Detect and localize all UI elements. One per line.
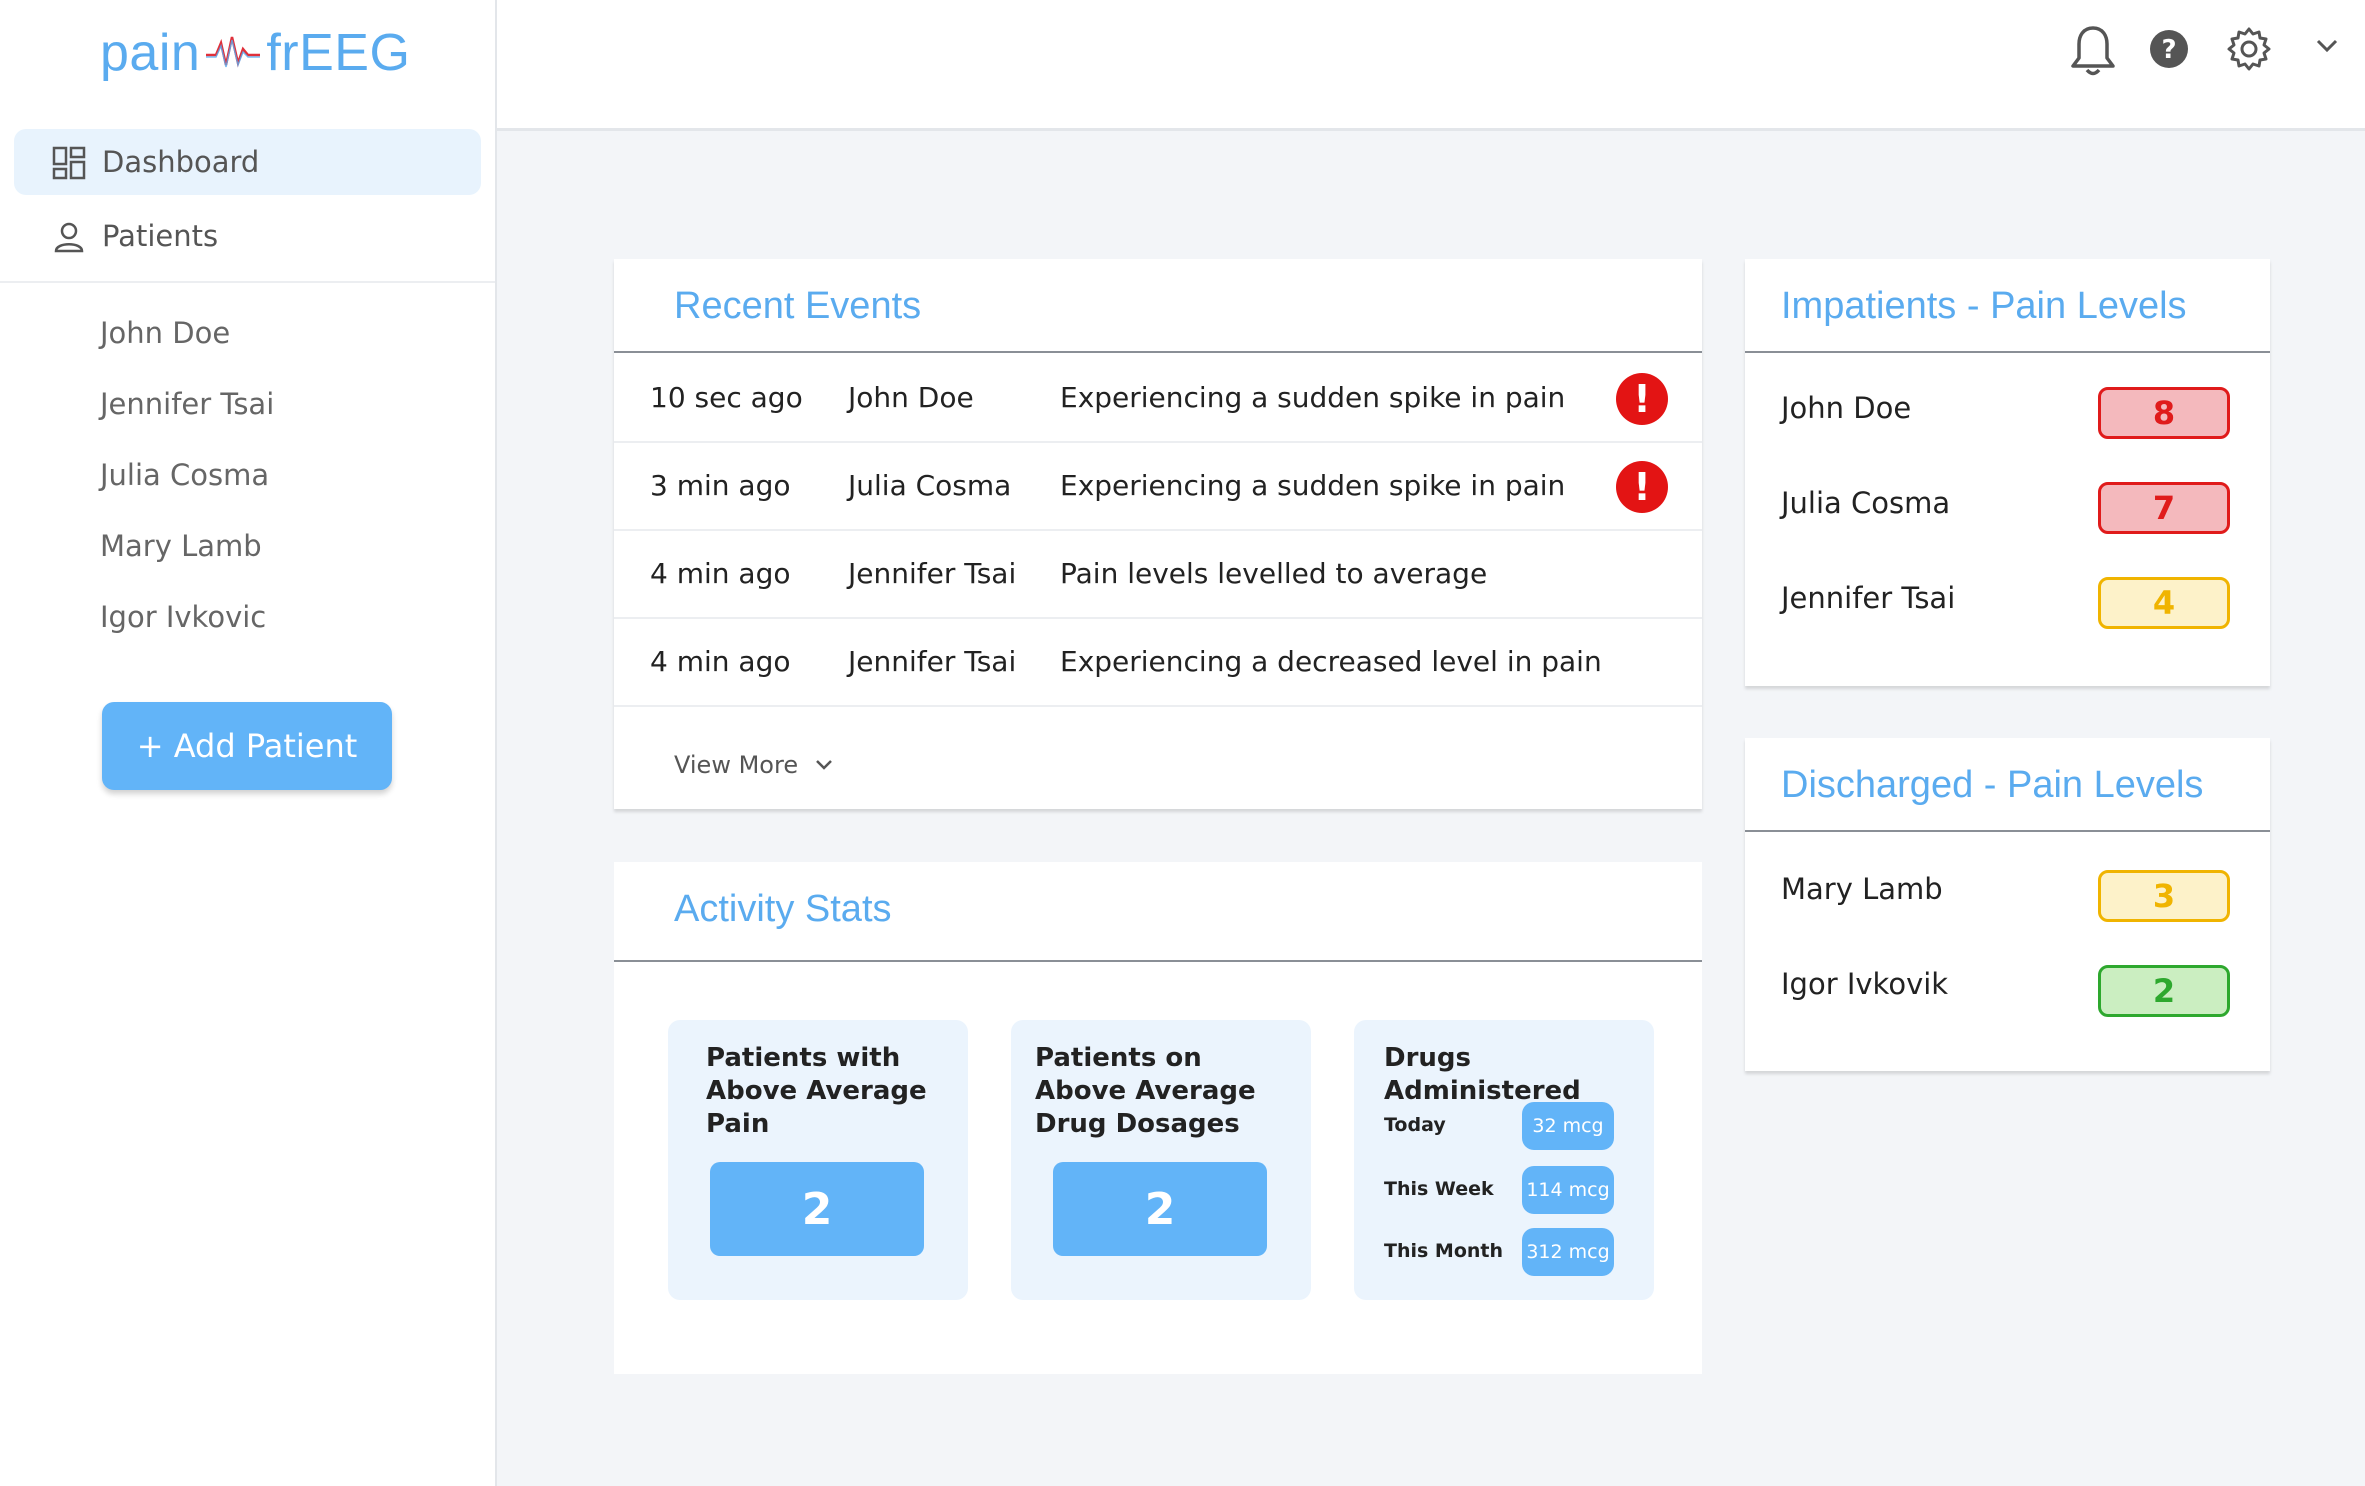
stat-title: Patients with Above Average Pain xyxy=(706,1043,927,1139)
pain-patient-name: Mary Lamb xyxy=(1781,872,1943,906)
stat-above-average-drug: Patients on Above Average Drug Dosages 2 xyxy=(1011,1020,1311,1300)
stat-above-average-pain: Patients with Above Average Pain 2 xyxy=(668,1020,968,1300)
pain-level-badge: 2 xyxy=(2098,965,2230,1017)
stat-value[interactable]: 2 xyxy=(710,1162,924,1256)
svg-text:?: ? xyxy=(2161,35,2176,65)
alert-icon: ! xyxy=(1616,373,1668,425)
logo-text-left: pain xyxy=(100,24,201,82)
pain-row-mary-lamb[interactable]: Mary Lamb 3 xyxy=(1745,870,2270,930)
pain-row-jennifer-tsai[interactable]: Jennifer Tsai 4 xyxy=(1745,577,2270,637)
activity-stats-card: Activity Stats Patients with Above Avera… xyxy=(614,862,1702,1374)
sidebar-patient-mary-lamb[interactable]: Mary Lamb xyxy=(100,529,262,563)
event-patient: Jennifer Tsai xyxy=(848,645,1017,678)
stat-value[interactable]: 2 xyxy=(1053,1162,1267,1256)
pain-level-badge: 8 xyxy=(2098,387,2230,439)
view-more-label: View More xyxy=(674,751,799,779)
event-row[interactable]: 4 min ago Jennifer Tsai Experiencing a d… xyxy=(614,617,1702,707)
gear-icon[interactable] xyxy=(2225,25,2273,73)
inpatients-pain-card: Impatients - Pain Levels John Doe 8 Juli… xyxy=(1745,259,2270,686)
event-time: 3 min ago xyxy=(650,469,791,502)
event-patient: John Doe xyxy=(848,381,974,414)
drug-period: This Month xyxy=(1384,1240,1504,1262)
event-description: Experiencing a decreased level in pain xyxy=(1060,645,1602,678)
recent-events-title: Recent Events xyxy=(674,285,922,327)
drug-row-month: This Month 312 mcg xyxy=(1384,1228,1634,1278)
view-more-button[interactable]: View More xyxy=(674,751,834,779)
sidebar-patient-igor-ivkovic[interactable]: Igor Ivkovic xyxy=(100,600,266,634)
discharged-pain-card: Discharged - Pain Levels Mary Lamb 3 Igo… xyxy=(1745,738,2270,1071)
bell-icon[interactable] xyxy=(2065,22,2121,78)
event-patient: Jennifer Tsai xyxy=(848,557,1017,590)
drug-row-week: This Week 114 mcg xyxy=(1384,1166,1634,1216)
event-description: Pain levels levelled to average xyxy=(1060,557,1488,590)
stat-title: Drugs Administered xyxy=(1384,1043,1581,1106)
drug-row-today: Today 32 mcg xyxy=(1384,1102,1634,1152)
event-time: 4 min ago xyxy=(650,557,791,590)
help-icon[interactable]: ? xyxy=(2147,27,2191,71)
pain-level-badge: 4 xyxy=(2098,577,2230,629)
stat-drugs-administered: Drugs Administered Today 32 mcg This Wee… xyxy=(1354,1020,1654,1300)
event-row[interactable]: 10 sec ago John Doe Experiencing a sudde… xyxy=(614,353,1702,443)
top-bar: ? xyxy=(497,0,2365,131)
drug-amount: 114 mcg xyxy=(1522,1166,1614,1214)
pain-row-igor-ivkovik[interactable]: Igor Ivkovik 2 xyxy=(1745,965,2270,1025)
chevron-down-icon xyxy=(816,760,832,770)
stat-title: Patients on Above Average Drug Dosages xyxy=(1035,1043,1256,1139)
activity-stats-title: Activity Stats xyxy=(674,888,892,930)
event-patient: Julia Cosma xyxy=(848,469,1012,502)
event-time: 10 sec ago xyxy=(650,381,803,414)
drug-amount: 32 mcg xyxy=(1522,1102,1614,1150)
dashboard-icon xyxy=(52,146,86,180)
event-time: 4 min ago xyxy=(650,645,791,678)
logo-text-right: frEEG xyxy=(266,24,411,82)
chevron-down-icon[interactable] xyxy=(2315,38,2339,54)
sidebar: pain frEEG Dashboard Patients John Doe J… xyxy=(0,0,497,1486)
event-row[interactable]: 3 min ago Julia Cosma Experiencing a sud… xyxy=(614,441,1702,531)
alert-icon: ! xyxy=(1616,461,1668,513)
card-header-divider xyxy=(614,960,1702,962)
pain-row-john-doe[interactable]: John Doe 8 xyxy=(1745,387,2270,447)
discharged-title: Discharged - Pain Levels xyxy=(1781,764,2204,806)
pain-patient-name: John Doe xyxy=(1781,391,1912,425)
pain-patient-name: Julia Cosma xyxy=(1781,486,1951,520)
nav-dashboard[interactable]: Dashboard xyxy=(14,129,481,195)
event-description: Experiencing a sudden spike in pain xyxy=(1060,469,1566,502)
drug-period: This Week xyxy=(1384,1178,1494,1200)
drug-amount: 312 mcg xyxy=(1522,1228,1614,1276)
card-header-divider xyxy=(1745,830,2270,832)
pain-patient-name: Jennifer Tsai xyxy=(1781,581,1956,615)
event-description: Experiencing a sudden spike in pain xyxy=(1060,381,1566,414)
sidebar-patient-jennifer-tsai[interactable]: Jennifer Tsai xyxy=(100,387,274,421)
sidebar-patient-john-doe[interactable]: John Doe xyxy=(100,316,230,350)
drug-period: Today xyxy=(1384,1114,1446,1136)
pain-row-julia-cosma[interactable]: Julia Cosma 7 xyxy=(1745,482,2270,542)
pain-level-badge: 7 xyxy=(2098,482,2230,534)
event-row[interactable]: 4 min ago Jennifer Tsai Pain levels leve… xyxy=(614,529,1702,619)
nav-patients[interactable]: Patients xyxy=(14,203,481,269)
card-header-divider xyxy=(1745,351,2270,353)
sidebar-patient-julia-cosma[interactable]: Julia Cosma xyxy=(100,458,269,492)
app-logo[interactable]: pain frEEG xyxy=(100,18,410,88)
add-patient-button[interactable]: + Add Patient xyxy=(102,702,392,790)
pain-level-badge: 3 xyxy=(2098,870,2230,922)
recent-events-card: Recent Events 10 sec ago John Doe Experi… xyxy=(614,259,1702,809)
nav-dashboard-label: Dashboard xyxy=(102,145,260,179)
person-icon xyxy=(54,222,84,253)
inpatients-title: Impatients - Pain Levels xyxy=(1781,285,2187,327)
nav-patients-label: Patients xyxy=(102,219,219,253)
sidebar-divider xyxy=(0,281,495,283)
pain-patient-name: Igor Ivkovik xyxy=(1781,967,1949,1001)
pulse-icon xyxy=(206,36,261,68)
